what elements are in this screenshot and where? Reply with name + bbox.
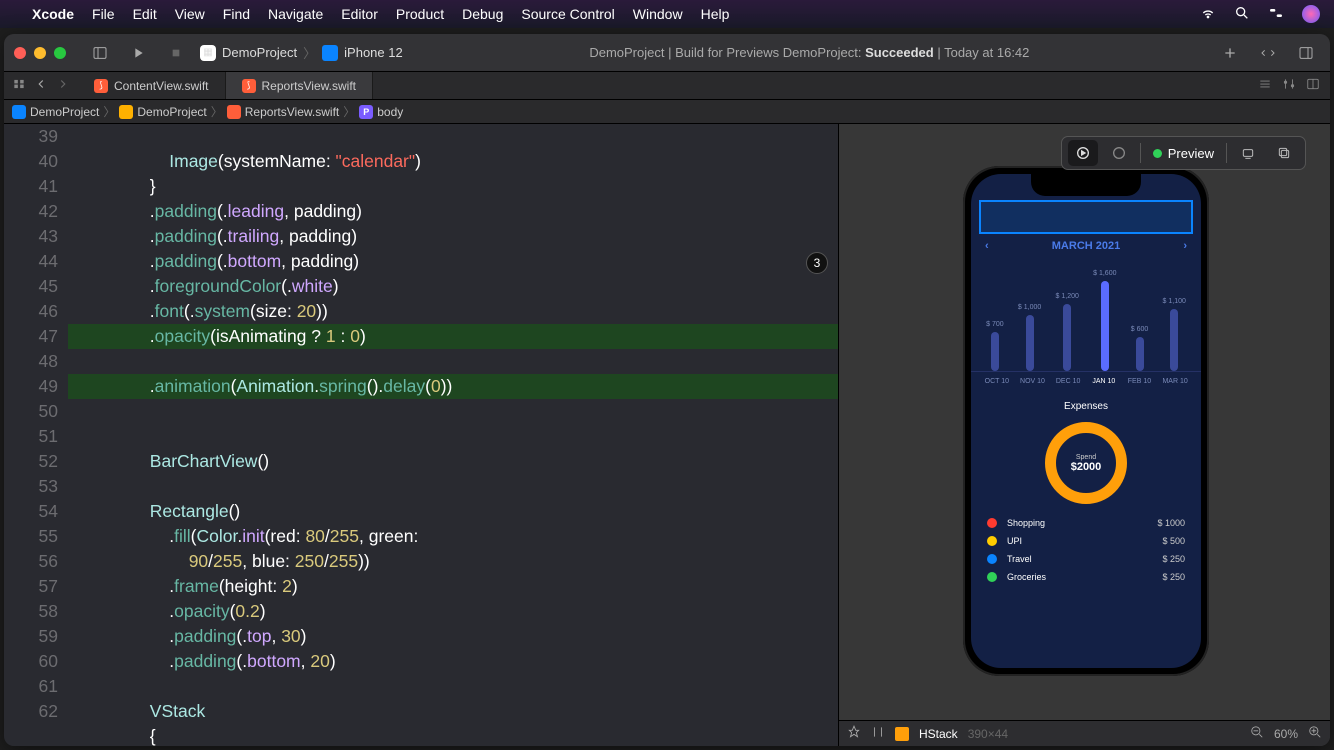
- month-label: MARCH 2021: [1052, 240, 1120, 252]
- pin-icon[interactable]: [847, 725, 861, 742]
- spend-amount: $2000: [1071, 461, 1102, 473]
- selection-rectangle: [979, 200, 1193, 234]
- menu-source-control[interactable]: Source Control: [521, 6, 614, 22]
- nav-forward-icon[interactable]: [56, 77, 70, 94]
- folder-icon: [119, 105, 133, 119]
- menu-file[interactable]: File: [92, 6, 115, 22]
- device-notch: [1031, 174, 1141, 196]
- preview-content: ‹ MARCH 2021 › $ 700$ 1,000$ 1,200$ 1,60…: [971, 174, 1201, 596]
- related-items-icon[interactable]: [12, 77, 26, 94]
- spend-donut: Spend $2000: [1045, 422, 1127, 504]
- menu-view[interactable]: View: [175, 6, 205, 22]
- nav-back-icon[interactable]: [34, 77, 48, 94]
- swift-file-icon: [227, 105, 241, 119]
- wifi-icon[interactable]: [1200, 5, 1216, 24]
- expenses-header: Expenses: [971, 401, 1201, 412]
- property-icon: P: [359, 105, 373, 119]
- device-settings-icon[interactable]: [1233, 140, 1263, 166]
- spend-label: Spend: [1076, 454, 1096, 461]
- bar-chart: $ 700$ 1,000$ 1,200$ 1,600$ 600$ 1,100: [971, 262, 1201, 372]
- device-preview[interactable]: ‹ MARCH 2021 › $ 700$ 1,000$ 1,200$ 1,60…: [963, 166, 1209, 676]
- sidebar-toggle-icon[interactable]: [86, 41, 114, 65]
- zoom-out-icon[interactable]: [1250, 725, 1264, 742]
- live-preview-button[interactable]: [1068, 140, 1098, 166]
- add-icon[interactable]: [1216, 41, 1244, 65]
- menu-window[interactable]: Window: [633, 6, 683, 22]
- swift-file-icon: ⟆: [242, 79, 256, 93]
- breadcrumb-item[interactable]: DemoProject: [30, 105, 99, 119]
- control-center-icon[interactable]: [1268, 5, 1284, 24]
- menu-editor[interactable]: Editor: [341, 6, 378, 22]
- xcode-window: ▦ DemoProject 〉 iPhone 12 DemoProject | …: [4, 34, 1330, 746]
- canvas-bottom-bar: HStack 390×44 60%: [839, 720, 1330, 746]
- scheme-device-label: iPhone 12: [344, 45, 403, 60]
- breadcrumb-item[interactable]: body: [377, 105, 403, 119]
- category-list: Shopping$ 1000UPI$ 500Travel$ 250Groceri…: [971, 504, 1201, 596]
- selectable-preview-button[interactable]: [1104, 140, 1134, 166]
- selected-element-label: HStack: [919, 727, 958, 741]
- zoom-in-icon[interactable]: [1308, 725, 1322, 742]
- category-row: Travel$ 250: [987, 550, 1185, 568]
- line-gutter: 3940414243444546474849505152535455565758…: [4, 124, 68, 746]
- preview-canvas: Preview ‹ MARCH 2021 ›: [838, 124, 1330, 746]
- split-icon[interactable]: [1306, 77, 1320, 94]
- month-next-icon: ›: [1183, 240, 1187, 252]
- menu-help[interactable]: Help: [701, 6, 730, 22]
- element-size-label: 390×44: [968, 727, 1008, 741]
- breadcrumb-item[interactable]: DemoProject: [137, 105, 206, 119]
- canvas-toolbar: Preview: [1061, 136, 1306, 170]
- spotlight-icon[interactable]: [1234, 5, 1250, 24]
- hstack-icon: [895, 727, 909, 741]
- preview-live-indicator[interactable]: Preview: [1147, 146, 1220, 161]
- tab-label: ContentView.swift: [114, 79, 209, 93]
- breadcrumb-item[interactable]: ReportsView.swift: [245, 105, 339, 119]
- tab-reportsview[interactable]: ⟆ ReportsView.swift: [226, 72, 373, 99]
- change-count-badge[interactable]: 3: [806, 252, 828, 274]
- run-button[interactable]: [124, 41, 152, 65]
- xcode-toolbar: ▦ DemoProject 〉 iPhone 12 DemoProject | …: [4, 34, 1330, 72]
- code-editor[interactable]: 3940414243444546474849505152535455565758…: [4, 124, 838, 746]
- menu-product[interactable]: Product: [396, 6, 444, 22]
- user-avatar-icon[interactable]: [1302, 5, 1320, 23]
- code-content[interactable]: Image(systemName: "calendar") } .padding…: [68, 124, 838, 746]
- breadcrumb[interactable]: DemoProject 〉 DemoProject 〉 ReportsView.…: [4, 100, 1330, 124]
- project-icon: [12, 105, 26, 119]
- scheme-project-label: DemoProject: [222, 45, 297, 60]
- month-prev-icon: ‹: [985, 240, 989, 252]
- adjust-icon[interactable]: [871, 725, 885, 742]
- window-traffic-lights[interactable]: [14, 47, 66, 59]
- editor-tab-bar: ⟆ ContentView.swift ⟆ ReportsView.swift: [4, 72, 1330, 100]
- swift-file-icon: ⟆: [94, 79, 108, 93]
- main-split: 3940414243444546474849505152535455565758…: [4, 124, 1330, 746]
- tab-contentview[interactable]: ⟆ ContentView.swift: [78, 72, 226, 99]
- menu-edit[interactable]: Edit: [133, 6, 157, 22]
- menu-navigate[interactable]: Navigate: [268, 6, 323, 22]
- macos-menu-bar: Xcode File Edit View Find Navigate Edito…: [0, 0, 1334, 28]
- live-dot-icon: [1153, 149, 1162, 158]
- build-status: DemoProject | Build for Previews DemoPro…: [413, 45, 1206, 60]
- scheme-selector[interactable]: ▦ DemoProject 〉 iPhone 12: [200, 43, 403, 62]
- menu-debug[interactable]: Debug: [462, 6, 503, 22]
- category-row: Shopping$ 1000: [987, 514, 1185, 532]
- preview-label: Preview: [1168, 146, 1214, 161]
- adjust-icon[interactable]: [1282, 77, 1296, 94]
- category-row: UPI$ 500: [987, 532, 1185, 550]
- app-name[interactable]: Xcode: [32, 6, 74, 22]
- duplicate-preview-icon[interactable]: [1269, 140, 1299, 166]
- review-icon[interactable]: [1254, 41, 1282, 65]
- menu-find[interactable]: Find: [223, 6, 250, 22]
- category-row: Groceries$ 250: [987, 568, 1185, 586]
- tab-label: ReportsView.swift: [262, 79, 356, 93]
- stop-button[interactable]: [162, 41, 190, 65]
- library-icon[interactable]: [1292, 41, 1320, 65]
- list-icon[interactable]: [1258, 77, 1272, 94]
- zoom-level[interactable]: 60%: [1274, 727, 1298, 741]
